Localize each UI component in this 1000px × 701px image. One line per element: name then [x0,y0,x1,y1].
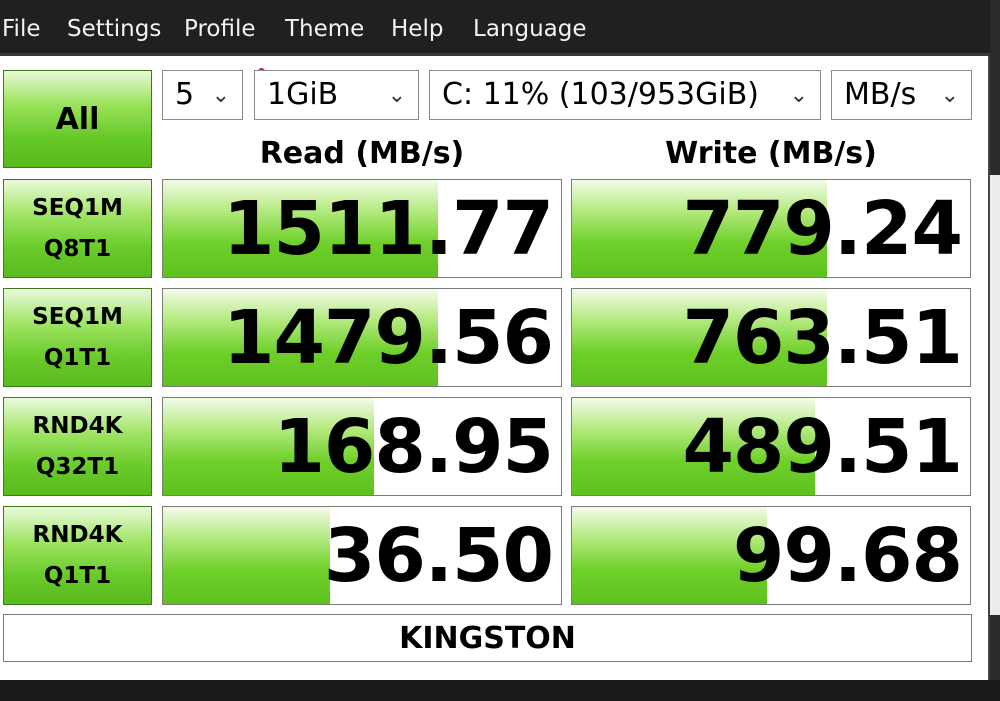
read-result-seq1m-q1t1: 1479.56 [162,288,562,387]
read-result-rnd4k-q1t1: 36.50 [162,506,562,605]
window-edge [990,0,1000,701]
background-window [990,175,1000,615]
app-window: File Settings Profile Theme Help Languag… [0,0,990,680]
read-value: 1479.56 [222,295,554,381]
test-button-rnd4k-q1t1[interactable]: RND4K Q1T1 [3,506,152,605]
test-label-line1: SEQ1M [32,303,123,330]
read-value: 36.50 [323,513,554,599]
unit-select[interactable]: MB/s ⌄ [831,70,972,120]
test-label-line1: SEQ1M [32,194,123,221]
chevron-down-icon: ⌄ [211,83,230,108]
count-select-value: 5 [175,77,195,112]
drive-select-value: C: 11% (103/953GiB) [442,77,760,112]
test-label-line1: RND4K [32,412,123,439]
desktop-background [0,680,1000,701]
drive-name-field[interactable]: KINGSTON [3,614,972,662]
test-label-line2: Q1T1 [43,344,112,371]
test-button-seq1m-q1t1[interactable]: SEQ1M Q1T1 [3,288,152,387]
read-header: Read (MB/s) [259,136,465,171]
read-result-seq1m-q8t1: 1511.77 [162,179,562,278]
menu-bar: File Settings Profile Theme Help Languag… [0,0,990,56]
menu-settings[interactable]: Settings [67,14,161,44]
write-result-seq1m-q8t1: 779.24 [571,179,971,278]
menu-language[interactable]: Language [473,14,587,44]
write-header: Write (MB/s) [665,136,877,171]
write-value: 489.51 [682,404,963,490]
write-value: 99.68 [732,513,963,599]
write-result-rnd4k-q32t1: 489.51 [571,397,971,496]
size-select[interactable]: 1GiB ⌄ [254,70,419,120]
read-bar [163,507,331,604]
read-value: 1511.77 [222,186,554,272]
count-select[interactable]: 5 ⌄ [162,70,243,120]
chevron-down-icon: ⌄ [387,83,406,108]
chevron-down-icon: ⌄ [940,83,959,108]
unit-select-value: MB/s [844,77,917,112]
write-result-seq1m-q1t1: 763.51 [571,288,971,387]
drive-select[interactable]: C: 11% (103/953GiB) ⌄ [429,70,821,120]
write-value: 779.24 [682,186,963,272]
test-button-seq1m-q8t1[interactable]: SEQ1M Q8T1 [3,179,152,278]
chevron-down-icon: ⌄ [789,83,808,108]
menu-theme[interactable]: Theme [285,14,364,44]
write-result-rnd4k-q1t1: 99.68 [571,506,971,605]
menu-help[interactable]: Help [391,14,443,44]
size-select-value: 1GiB [267,77,339,112]
test-label-line2: Q1T1 [43,562,112,589]
menu-file[interactable]: File [2,14,41,44]
test-label-line2: Q32T1 [35,453,120,480]
write-value: 763.51 [682,295,963,381]
menu-profile[interactable]: Profile [184,14,256,44]
test-label-line2: Q8T1 [43,235,112,262]
test-label-line1: RND4K [32,521,123,548]
all-button[interactable]: All [3,70,152,168]
read-value: 168.95 [273,404,554,490]
test-button-rnd4k-q32t1[interactable]: RND4K Q32T1 [3,397,152,496]
read-result-rnd4k-q32t1: 168.95 [162,397,562,496]
